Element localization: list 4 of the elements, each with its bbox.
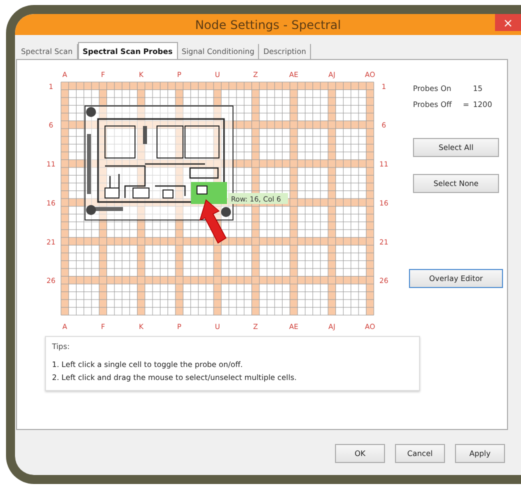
pointer-arrow-icon: [199, 199, 227, 244]
close-button[interactable]: ×: [495, 14, 521, 31]
window-title: Node Settings - Spectral: [194, 18, 342, 32]
probe-grid[interactable]: [60, 82, 374, 316]
